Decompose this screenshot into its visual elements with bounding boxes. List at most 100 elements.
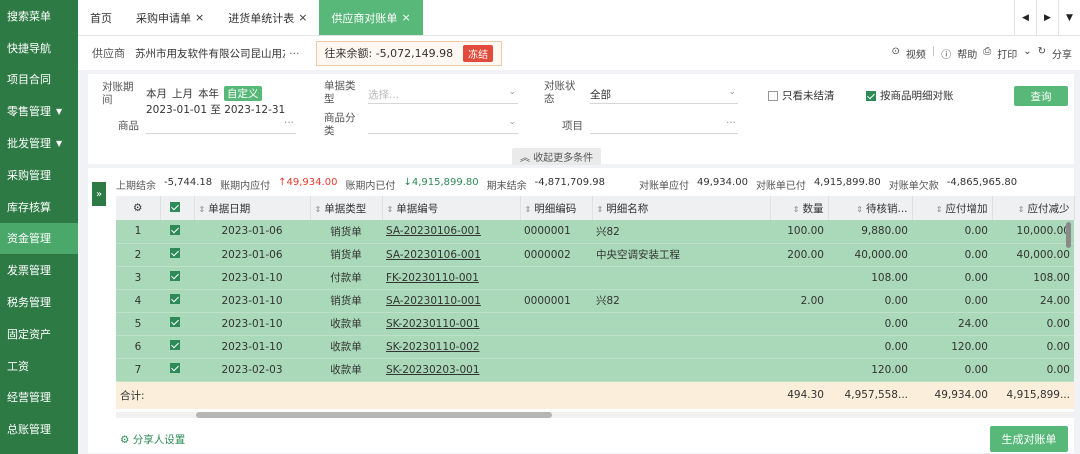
date-range[interactable]: 2023-01-01 至 2023-12-31	[146, 102, 285, 117]
sidebar-item[interactable]: 批发管理 ▼	[0, 127, 78, 159]
sidebar-item[interactable]: 库存核算	[0, 191, 78, 223]
freeze-badge[interactable]: 冻结	[463, 44, 494, 62]
scrollbar-thumb[interactable]	[196, 412, 552, 418]
query-button[interactable]: 查询	[1014, 86, 1068, 106]
column-header[interactable]: ⇕ 单据类型	[310, 196, 383, 220]
sidebar-item[interactable]: 税务管理	[0, 286, 78, 318]
share-link[interactable]: 分享	[1052, 46, 1072, 61]
sidebar-item[interactable]: 资金管理	[0, 222, 78, 255]
sort-icon[interactable]: ⇕	[936, 205, 943, 214]
supplier-field[interactable]: 苏州市用友软件有限公司昆山用友软...	[135, 46, 285, 61]
tab-scroll-left-icon[interactable]: ◀	[1014, 0, 1036, 36]
column-header[interactable]: ⇕ 待核销...	[828, 196, 913, 220]
period-option[interactable]: 本年	[198, 86, 219, 101]
help-icon[interactable]: ⓘ	[941, 46, 951, 61]
cell-code[interactable]: SK-20230203-001	[382, 358, 520, 382]
tab-menu-icon[interactable]: ▼	[1058, 0, 1080, 36]
column-header[interactable]: ⇕ 应付增加	[912, 196, 993, 220]
chevron-down-icon[interactable]: ⌄	[1023, 46, 1031, 61]
column-settings-icon[interactable]: ⚙	[116, 196, 161, 220]
table-row[interactable]: 3 2023-01-10 付款单 FK-20230110-001 108.00 0.00 1…	[116, 266, 1074, 290]
row-checkbox[interactable]	[160, 335, 194, 359]
sidebar-item[interactable]: 工资	[0, 350, 78, 382]
sort-icon[interactable]: ⇕	[793, 205, 800, 214]
cell-code[interactable]: SA-20230110-001	[382, 289, 520, 313]
sort-icon[interactable]: ⇕	[856, 205, 863, 214]
goods-field[interactable]: ···	[146, 116, 296, 134]
print-link[interactable]: 打印	[997, 46, 1017, 61]
sidebar-item[interactable]: 固定资产	[0, 318, 78, 350]
row-checkbox[interactable]	[160, 312, 194, 336]
row-checkbox[interactable]	[160, 289, 194, 313]
column-header[interactable]: ⇕ 明细名称	[592, 196, 771, 220]
sidebar-item[interactable]: 快捷导航	[0, 32, 78, 64]
expand-panel-icon[interactable]: »	[92, 182, 106, 206]
sidebar-item[interactable]: 项目合同	[0, 64, 78, 96]
horizontal-scrollbar[interactable]	[116, 412, 1074, 418]
tab[interactable]: 采购申请单 ×	[124, 0, 216, 35]
row-number: 1	[116, 220, 160, 244]
period-option[interactable]: 本月	[146, 86, 167, 101]
sort-icon[interactable]: ⇕	[199, 205, 206, 214]
video-link[interactable]: 视频	[906, 46, 926, 61]
cell-code[interactable]: SK-20230110-002	[382, 335, 520, 359]
status-select[interactable]: 全部 ⌄	[590, 86, 738, 104]
period-option-selected[interactable]: 自定义	[224, 86, 262, 101]
collapse-conditions-button[interactable]: ︽ 收起更多条件	[512, 148, 602, 165]
sort-icon[interactable]: ⇕	[387, 205, 394, 214]
table-row[interactable]: 6 2023-01-10 收款单 SK-20230110-002 0.00 120.00 0…	[116, 335, 1074, 359]
sidebar-item[interactable]: 采购管理	[0, 159, 78, 191]
tab[interactable]: 进货单统计表 ×	[216, 0, 319, 35]
sort-icon[interactable]: ⇕	[1018, 205, 1025, 214]
row-checkbox[interactable]	[160, 358, 194, 382]
share-settings-link[interactable]: ⚙ 分享人设置	[120, 432, 185, 447]
row-checkbox[interactable]	[160, 220, 194, 244]
tab[interactable]: 首页	[78, 0, 124, 35]
close-icon[interactable]: ×	[401, 11, 410, 24]
vertical-scrollbar[interactable]	[1066, 222, 1071, 248]
cell-code[interactable]: SA-20230106-001	[382, 243, 520, 267]
sort-icon[interactable]: ⇕	[525, 205, 532, 214]
tab-scroll-right-icon[interactable]: ▶	[1036, 0, 1058, 36]
tab[interactable]: 供应商对账单 ×	[319, 0, 423, 35]
help-link[interactable]: 帮助	[957, 46, 977, 61]
close-icon[interactable]: ×	[195, 11, 204, 24]
column-header[interactable]: ⇕ 数量	[770, 196, 829, 220]
row-checkbox[interactable]	[160, 243, 194, 267]
by-goods-detail-checkbox[interactable]: 按商品明细对账	[866, 88, 954, 103]
close-icon[interactable]: ×	[298, 11, 307, 24]
goods-category-select[interactable]: ⌄	[368, 116, 518, 134]
column-header[interactable]: ⇕ 单据编号	[382, 196, 521, 220]
table-row[interactable]: 7 2023-02-03 收款单 SK-20230203-001 120.00 0.00 0…	[116, 358, 1074, 382]
generate-statement-button[interactable]: 生成对账单	[990, 426, 1068, 452]
project-field[interactable]: ···	[590, 116, 738, 134]
column-header[interactable]: ⇕ 应付减少	[992, 196, 1075, 220]
sort-icon[interactable]: ⇕	[597, 205, 604, 214]
period-option[interactable]: 上月	[172, 86, 193, 101]
column-header[interactable]: ⇕ 明细编码	[520, 196, 593, 220]
video-icon[interactable]: ⊙	[891, 46, 899, 61]
print-icon[interactable]: ⎙	[983, 46, 991, 61]
sidebar-item[interactable]: 零售管理 ▼	[0, 95, 78, 127]
sidebar-item[interactable]: 总账管理	[0, 413, 78, 445]
sidebar-item[interactable]: 搜索菜单	[0, 0, 78, 32]
cell-code[interactable]: SA-20230106-001	[382, 220, 520, 244]
supplier-picker-icon[interactable]: ···	[289, 47, 300, 60]
column-header[interactable]: ⇕ 单据日期	[194, 196, 311, 220]
table-row[interactable]: 2 2023-01-06 销货单 SA-20230106-001 0000002 中央空调…	[116, 243, 1074, 267]
sidebar-item[interactable]: 经营管理	[0, 382, 78, 414]
sort-icon[interactable]: ⇕	[315, 205, 322, 214]
sidebar-item[interactable]: 发票管理	[0, 254, 78, 286]
table-row[interactable]: 1 2023-01-06 销货单 SA-20230106-001 0000001 兴82 1…	[116, 220, 1074, 244]
select-all-checkbox[interactable]	[160, 196, 195, 220]
doc-type-select[interactable]: 选择... ⌄	[368, 86, 518, 104]
table-row[interactable]: 5 2023-01-10 收款单 SK-20230110-001 0.00 24.00 0.…	[116, 312, 1074, 336]
cell-code[interactable]: FK-20230110-001	[382, 266, 520, 290]
project-picker-icon[interactable]: ···	[726, 117, 736, 129]
table-row[interactable]: 4 2023-01-10 销货单 SA-20230110-001 0000001 兴82 2…	[116, 289, 1074, 313]
goods-picker-icon[interactable]: ···	[284, 117, 294, 129]
row-checkbox[interactable]	[160, 266, 194, 290]
only-unsettled-checkbox[interactable]: 只看未结清	[768, 88, 835, 103]
cell-code[interactable]: SK-20230110-001	[382, 312, 520, 336]
share-icon[interactable]: ↻	[1038, 46, 1046, 61]
